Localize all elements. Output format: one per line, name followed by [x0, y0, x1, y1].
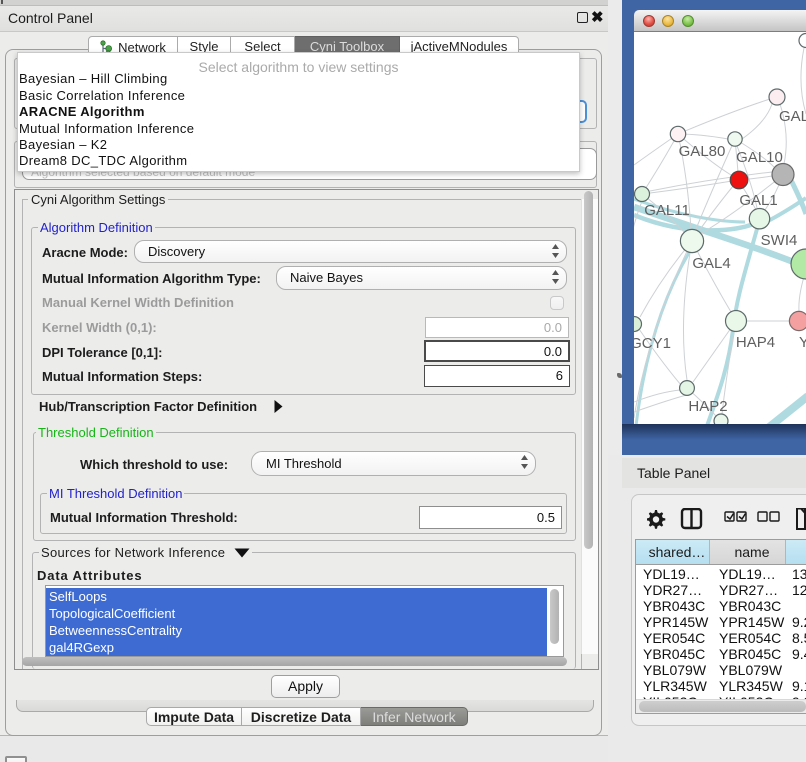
svg-text:HAP2: HAP2	[688, 398, 727, 415]
svg-text:YGL: YGL	[799, 334, 806, 351]
svg-text:HAP4: HAP4	[736, 334, 775, 351]
svg-text:GAL7: GAL7	[779, 108, 806, 125]
svg-text:GAL10: GAL10	[736, 149, 783, 166]
svg-text:SWI4: SWI4	[761, 232, 798, 249]
svg-text:GAL1: GAL1	[739, 192, 777, 209]
svg-text:GAL11: GAL11	[644, 202, 690, 219]
svg-text:GAL80: GAL80	[679, 143, 726, 160]
svg-text:GCY1: GCY1	[634, 335, 671, 352]
svg-text:GAL4: GAL4	[692, 255, 730, 272]
